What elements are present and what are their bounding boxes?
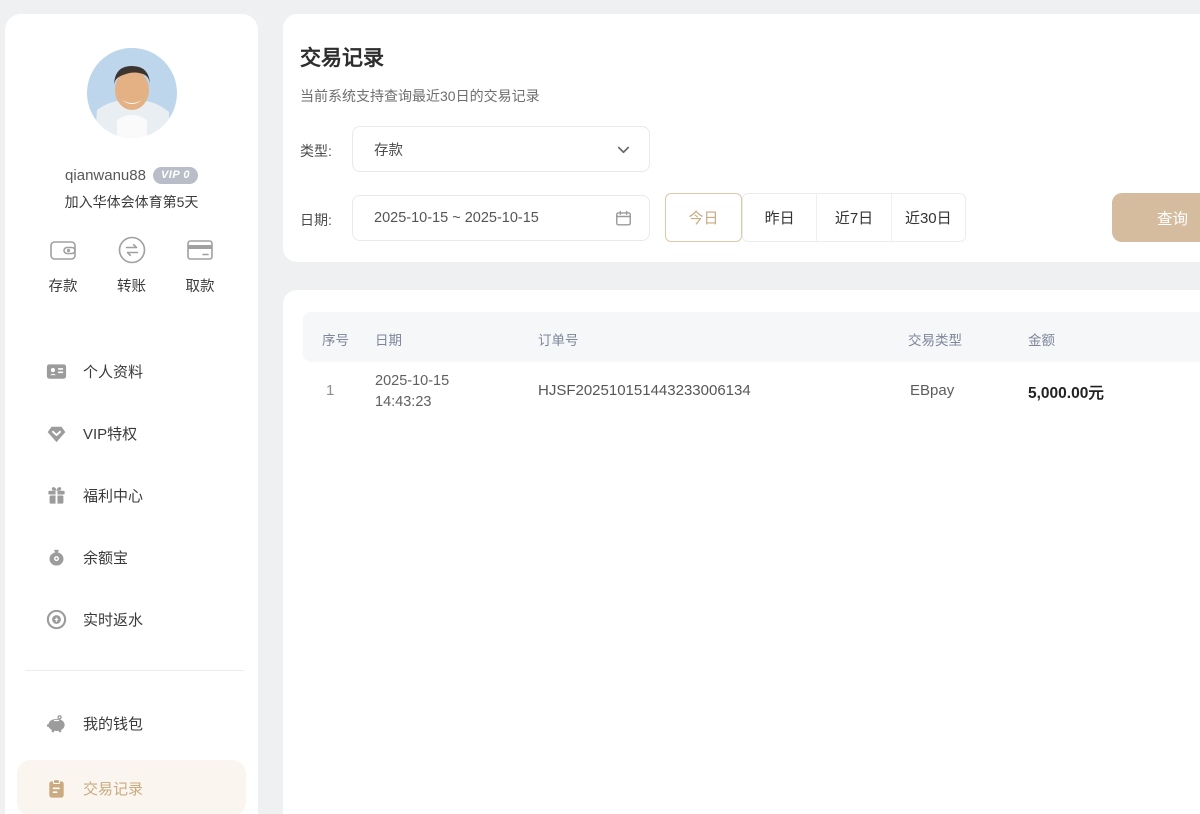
cell-date-day: 2025-10-15 <box>375 373 449 389</box>
piggy-bank-icon <box>45 712 68 735</box>
quick-action-withdraw[interactable]: 取款 <box>170 234 230 296</box>
transfer-icon <box>116 234 148 266</box>
table-header: 序号 日期 订单号 交易类型 金额 <box>303 312 1200 362</box>
sidebar-wallet-menu: 我的钱包 交易记录 <box>5 692 258 814</box>
range-button-last30days[interactable]: 近30日 <box>891 194 965 241</box>
gift-icon <box>45 484 68 507</box>
sidebar-item-rebate[interactable]: 实时返水 <box>5 588 258 650</box>
sidebar-item-rewards[interactable]: 福利中心 <box>5 464 258 526</box>
filter-card: 交易记录 当前系统支持查询最近30日的交易记录 类型: 存款 日期: 2025-… <box>283 14 1200 262</box>
vip-badge-icon <box>45 422 68 445</box>
quick-actions: 存款 转账 取款 <box>19 234 244 296</box>
table-row: 1 2025-10-15 14:43:23 HJSF20251015144323… <box>303 362 1200 420</box>
type-select-value: 存款 <box>374 139 614 160</box>
sidebar-item-label: 实时返水 <box>83 609 143 630</box>
col-header-date: 日期 <box>375 329 402 349</box>
page-title: 交易记录 <box>300 42 384 72</box>
date-label: 日期: <box>300 210 332 230</box>
clipboard-icon <box>45 777 68 800</box>
col-header-amount: 金额 <box>1028 329 1055 349</box>
sidebar-menu: 个人资料 VIP特权 福利中心 <box>5 340 258 650</box>
sidebar-item-profile[interactable]: 个人资料 <box>5 340 258 402</box>
type-label: 类型: <box>300 141 332 161</box>
avatar-portrait <box>87 48 177 138</box>
user-identity: qianwanu88 VIP 0 <box>5 167 258 184</box>
col-header-index: 序号 <box>322 329 349 349</box>
cell-date: 2025-10-15 14:43:23 <box>375 371 449 413</box>
cell-type: EBpay <box>910 382 954 399</box>
sidebar-item-vip[interactable]: VIP特权 <box>5 402 258 464</box>
quick-action-deposit[interactable]: 存款 <box>33 234 93 296</box>
coin-icon <box>45 608 68 631</box>
sidebar-item-label: 我的钱包 <box>83 713 143 734</box>
range-button-last7days[interactable]: 近7日 <box>816 194 890 241</box>
type-select[interactable]: 存款 <box>352 126 650 172</box>
avatar <box>87 48 177 138</box>
range-button-yesterday[interactable]: 昨日 <box>743 194 816 241</box>
date-range-value: 2025-10-15 ~ 2025-10-15 <box>374 210 614 226</box>
cell-amount: 5,000.00元 <box>1028 381 1104 403</box>
col-header-order: 订单号 <box>538 329 579 349</box>
sidebar: qianwanu88 VIP 0 加入华体会体育第5天 存款 转账 <box>5 14 258 814</box>
sidebar-item-label: 个人资料 <box>83 361 143 382</box>
quick-action-label: 转账 <box>117 275 146 296</box>
quick-action-transfer[interactable]: 转账 <box>102 234 162 296</box>
money-bag-icon <box>45 546 68 569</box>
cell-date-time: 14:43:23 <box>375 394 431 410</box>
chevron-down-icon <box>614 140 633 159</box>
range-button-today[interactable]: 今日 <box>665 193 742 242</box>
cell-index: 1 <box>326 382 334 399</box>
query-button[interactable]: 查询 <box>1112 193 1200 242</box>
quick-action-label: 取款 <box>186 275 215 296</box>
sidebar-item-transactions[interactable]: 交易记录 <box>17 760 246 814</box>
col-header-type: 交易类型 <box>908 329 962 349</box>
bank-card-icon <box>184 234 216 266</box>
quick-action-label: 存款 <box>49 275 78 296</box>
sidebar-item-label: 余额宝 <box>83 547 128 568</box>
sidebar-item-label: 交易记录 <box>83 778 143 799</box>
sidebar-item-label: VIP特权 <box>83 423 137 444</box>
username: qianwanu88 <box>65 167 146 184</box>
wallet-icon <box>47 234 79 266</box>
sidebar-divider <box>25 670 244 671</box>
calendar-icon <box>614 209 633 228</box>
date-range-input[interactable]: 2025-10-15 ~ 2025-10-15 <box>352 195 650 241</box>
account-page: qianwanu88 VIP 0 加入华体会体育第5天 存款 转账 <box>0 0 1200 814</box>
transactions-card: 序号 日期 订单号 交易类型 金额 1 2025-10-15 14:43:23 … <box>283 290 1200 814</box>
sidebar-item-yuebao[interactable]: 余额宝 <box>5 526 258 588</box>
vip-level-badge: VIP 0 <box>153 167 198 184</box>
id-card-icon <box>45 360 68 383</box>
page-subtitle: 当前系统支持查询最近30日的交易记录 <box>300 86 540 106</box>
sidebar-item-my-wallet[interactable]: 我的钱包 <box>5 692 258 754</box>
cell-order-no: HJSF202510151443233006134 <box>538 382 751 399</box>
range-button-group: 昨日 近7日 近30日 <box>742 193 966 242</box>
sidebar-item-label: 福利中心 <box>83 485 143 506</box>
join-days-text: 加入华体会体育第5天 <box>5 192 258 212</box>
